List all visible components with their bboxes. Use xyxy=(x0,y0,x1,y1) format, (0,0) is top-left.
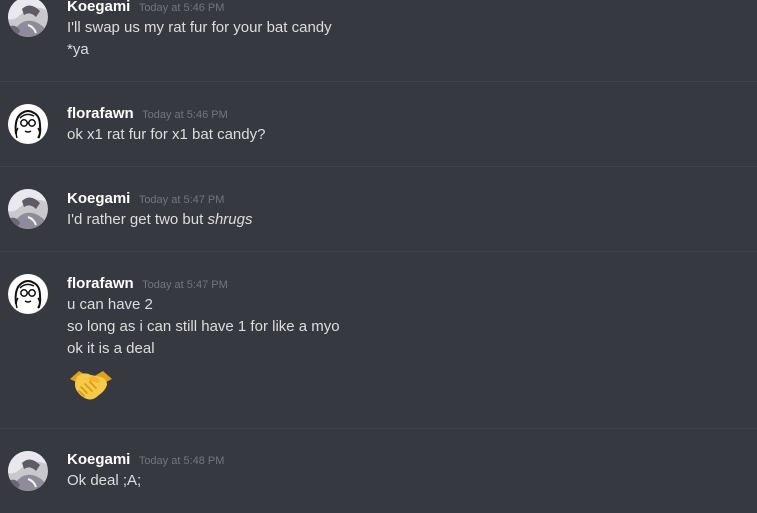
avatar-koegami[interactable] xyxy=(8,451,48,491)
message-header: florafawn Today at 5:47 PM xyxy=(67,274,228,295)
message-text: I'd rather get two but shrugs xyxy=(67,209,252,231)
message-text: ok x1 rat fur for x1 bat candy? xyxy=(67,126,266,143)
message-divider xyxy=(0,428,757,429)
message-header: Koegami Today at 5:48 PM xyxy=(67,450,224,471)
message-text: ok it is a deal xyxy=(67,340,155,357)
message-text: u can have 2 xyxy=(67,296,153,313)
timestamp[interactable]: Today at 5:47 PM xyxy=(139,194,225,206)
message-divider xyxy=(0,251,757,252)
message-text: *ya xyxy=(67,41,89,58)
handshake-emoji[interactable] xyxy=(67,365,115,405)
timestamp[interactable]: Today at 5:46 PM xyxy=(142,109,228,121)
message-text: so long as i can still have 1 for like a… xyxy=(67,318,340,335)
timestamp[interactable]: Today at 5:48 PM xyxy=(139,455,225,467)
message-divider xyxy=(0,166,757,167)
message-header: florafawn Today at 5:46 PM xyxy=(67,104,228,125)
username[interactable]: florafawn xyxy=(67,105,134,122)
timestamp[interactable]: Today at 5:47 PM xyxy=(142,279,228,291)
username[interactable]: florafawn xyxy=(67,275,134,292)
avatar-koegami[interactable] xyxy=(8,0,48,37)
message-header: Koegami Today at 5:46 PM xyxy=(67,0,224,18)
message-text: I'll swap us my rat fur for your bat can… xyxy=(67,19,332,36)
message-header: Koegami Today at 5:47 PM xyxy=(67,189,224,210)
username[interactable]: Koegami xyxy=(67,451,130,468)
username[interactable]: Koegami xyxy=(67,190,130,207)
message-text-plain: I'd rather get two but xyxy=(67,211,208,228)
username[interactable]: Koegami xyxy=(67,0,130,15)
message-text: Ok deal ;A; xyxy=(67,472,142,489)
avatar-koegami[interactable] xyxy=(8,189,48,229)
chat-messages: Koegami Today at 5:46 PM I'll swap us my… xyxy=(0,0,757,513)
avatar-florafawn[interactable] xyxy=(8,104,48,144)
avatar-florafawn[interactable] xyxy=(8,274,48,314)
timestamp[interactable]: Today at 5:46 PM xyxy=(139,2,225,14)
message-text-italic: shrugs xyxy=(207,211,253,228)
message-divider xyxy=(0,81,757,82)
